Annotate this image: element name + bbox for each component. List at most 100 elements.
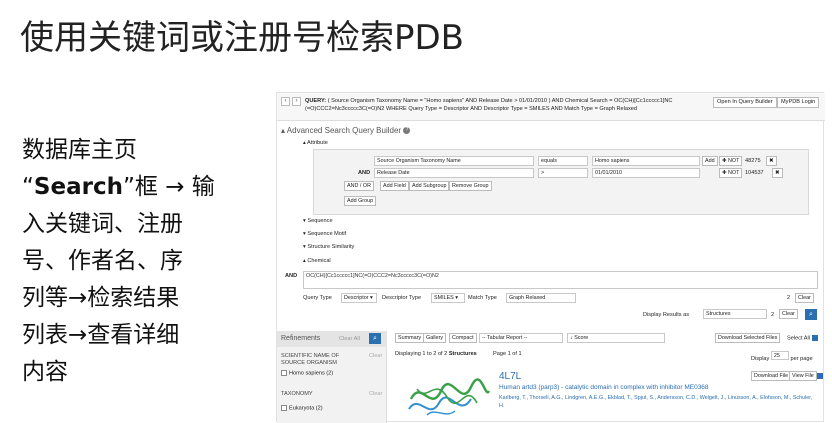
refinement-group-title: TAXONOMY: [281, 391, 313, 397]
refinement-option-label: Eukaryota (2): [289, 405, 323, 412]
displaying-unit: Structures: [448, 351, 477, 357]
refinement-option[interactable]: Homo sapiens (2): [281, 370, 333, 376]
displaying-text: Displaying 1 to 2 of 2: [395, 351, 448, 357]
clear-button[interactable]: Clear: [795, 293, 814, 303]
body-text: ”框 → 输: [122, 174, 215, 200]
refinement-option-label: Homo sapiens (2): [289, 370, 334, 377]
query-label: QUERY:: [305, 98, 327, 104]
descriptor-type-select[interactable]: SMILES ▾: [431, 293, 465, 303]
chemical-toggle[interactable]: ▴ Chemical: [303, 258, 331, 264]
refinements-panel: Refinements Clear All ⌕ SCIENTIFIC NAME …: [277, 331, 387, 423]
clear-link[interactable]: Clear: [369, 391, 382, 397]
per-page-select[interactable]: 25: [770, 351, 789, 360]
checkbox[interactable]: [281, 405, 287, 411]
sort-select[interactable]: ↓ Score: [567, 333, 665, 343]
download-selected-button[interactable]: Download Selected Files: [715, 333, 781, 343]
refinement-group-title: SCIENTIFIC NAME OF SOURCE ORGANISM: [281, 353, 340, 366]
search-keyword: Search: [33, 174, 123, 200]
search-icon[interactable]: ⌕: [369, 333, 381, 344]
attribute-section-toggle[interactable]: ▴ Attribute: [303, 140, 328, 146]
add-field-button[interactable]: Add Field: [380, 181, 409, 191]
date-input[interactable]: 01/01/2010: [592, 168, 700, 178]
structure-similarity-toggle[interactable]: ▾ Structure Similarity: [303, 244, 354, 250]
body-line: 列等→检索结果: [22, 285, 180, 311]
count-badge: 48275: [745, 158, 761, 164]
view-file-button[interactable]: View File: [789, 371, 817, 381]
query-line-1: ( Source Organism Taxonomy Name = "Homo …: [326, 98, 673, 104]
sequence-motif-toggle[interactable]: ▾ Sequence Motif: [303, 231, 346, 237]
operator-select[interactable]: >: [538, 168, 588, 178]
body-line: 数据库主页: [22, 137, 137, 163]
advanced-search-title: ▴ Advanced Search Query Builder: [281, 126, 402, 135]
match-type-label: Match Type: [468, 295, 497, 301]
display-results-select[interactable]: Structures: [703, 309, 767, 319]
count-badge: 2: [787, 295, 791, 301]
entry-authors[interactable]: Karlberg, T., Thorsell, A.G., Lindgren, …: [499, 394, 819, 410]
tab-gallery[interactable]: Gallery: [423, 333, 447, 343]
entry-id-link[interactable]: 4L7L: [499, 371, 521, 382]
checkbox[interactable]: [811, 335, 818, 341]
body-line: 内容: [22, 359, 68, 385]
page-indicator: Page 1 of 1: [493, 351, 522, 357]
value-input[interactable]: Homo sapiens: [592, 156, 700, 166]
bool-label: AND: [358, 170, 371, 176]
descriptor-type-label: Descriptor Type: [382, 295, 422, 301]
query-text: QUERY: ( Source Organism Taxonomy Name =…: [305, 97, 710, 113]
body-line: “Search”框 → 输: [22, 169, 272, 206]
forward-button[interactable]: ›: [292, 97, 301, 106]
add-group-button[interactable]: Add Group: [344, 196, 377, 206]
display-results-label: Display Results as: [643, 312, 690, 318]
mypdb-login-button[interactable]: MyPDB Login: [777, 97, 820, 108]
advanced-search-header[interactable]: ▴ Advanced Search Query Builder ?: [281, 126, 411, 135]
attribute-group: Source Organism Taxonomy Name equals Hom…: [313, 149, 809, 215]
attribute-field-select[interactable]: Release Date: [374, 168, 534, 178]
add-button[interactable]: Add: [702, 156, 718, 166]
entry-title-link[interactable]: Human artd3 (parp3) - catalytic domain i…: [499, 384, 819, 391]
checkbox[interactable]: [817, 373, 823, 379]
report-select[interactable]: -- Tabular Report --: [479, 333, 563, 343]
remove-group-button[interactable]: Remove Group: [449, 181, 492, 191]
attribute-label: ▴ Attribute: [303, 140, 328, 146]
tab-compact[interactable]: Compact: [449, 333, 477, 343]
and-or-toggle[interactable]: AND / OR: [344, 181, 374, 191]
clear-link[interactable]: Clear: [369, 353, 382, 359]
pdb-screenshot: ‹ › QUERY: ( Source Organism Taxonomy Na…: [276, 92, 825, 423]
help-icon[interactable]: ?: [403, 127, 411, 135]
clear-all-link[interactable]: Clear All: [339, 336, 360, 342]
query-type-label: Query Type: [303, 295, 332, 301]
add-subgroup-button[interactable]: Add Subgroup: [409, 181, 450, 191]
remove-icon[interactable]: ✖: [772, 168, 783, 178]
tab-summary[interactable]: Summary: [395, 333, 425, 343]
chemical-smiles-input[interactable]: OC(CH)[Cc1ccccc1]NC(=O)CCC2=Nc3ccccc3C(=…: [303, 271, 818, 289]
displaying-count: Displaying 1 to 2 of 2 Structures: [395, 351, 477, 357]
match-type-select[interactable]: Graph Relaxed: [506, 293, 576, 303]
open-query-builder-button[interactable]: Open In Query Builder: [713, 97, 777, 108]
slide-body: 数据库主页 “Search”框 → 输 入关键词、注册 号、作者名、序 列等→检…: [22, 132, 272, 391]
count-badge: 104537: [745, 170, 764, 176]
display-per-page: Display 25 per page: [751, 351, 813, 362]
operator-select[interactable]: equals: [538, 156, 588, 166]
search-icon[interactable]: ⌕: [805, 309, 817, 320]
quote-open: “: [22, 174, 34, 200]
clear-button[interactable]: Clear: [779, 309, 798, 319]
body-line: 列表→查看详细: [22, 322, 180, 348]
query-bar: ‹ › QUERY: ( Source Organism Taxonomy Na…: [277, 93, 825, 121]
refinement-option[interactable]: Eukaryota (2): [281, 405, 323, 411]
not-button[interactable]: ✚ NOT: [719, 156, 743, 166]
attribute-field-select[interactable]: Source Organism Taxonomy Name: [374, 156, 534, 166]
sequence-toggle[interactable]: ▾ Sequence: [303, 218, 333, 224]
query-line-2: (=O)CCC2=Nc3ccccc3C(=O)N2 WHERE Query Ty…: [305, 106, 638, 112]
remove-icon[interactable]: ✖: [766, 156, 777, 166]
display-label: Display: [751, 356, 770, 362]
refinements-title: Refinements: [281, 335, 321, 342]
checkbox[interactable]: [281, 370, 287, 376]
not-button[interactable]: ✚ NOT: [719, 168, 743, 178]
back-button[interactable]: ‹: [281, 97, 290, 106]
select-all[interactable]: Select All: [787, 335, 818, 341]
chem-and-label: AND: [285, 273, 298, 279]
protein-structure-thumbnail[interactable]: [405, 369, 491, 423]
download-file-button[interactable]: Download File: [751, 371, 792, 381]
per-page-label: per page: [790, 356, 813, 362]
query-type-select[interactable]: Descriptor ▾: [341, 293, 377, 303]
select-all-label: Select All: [787, 335, 811, 342]
